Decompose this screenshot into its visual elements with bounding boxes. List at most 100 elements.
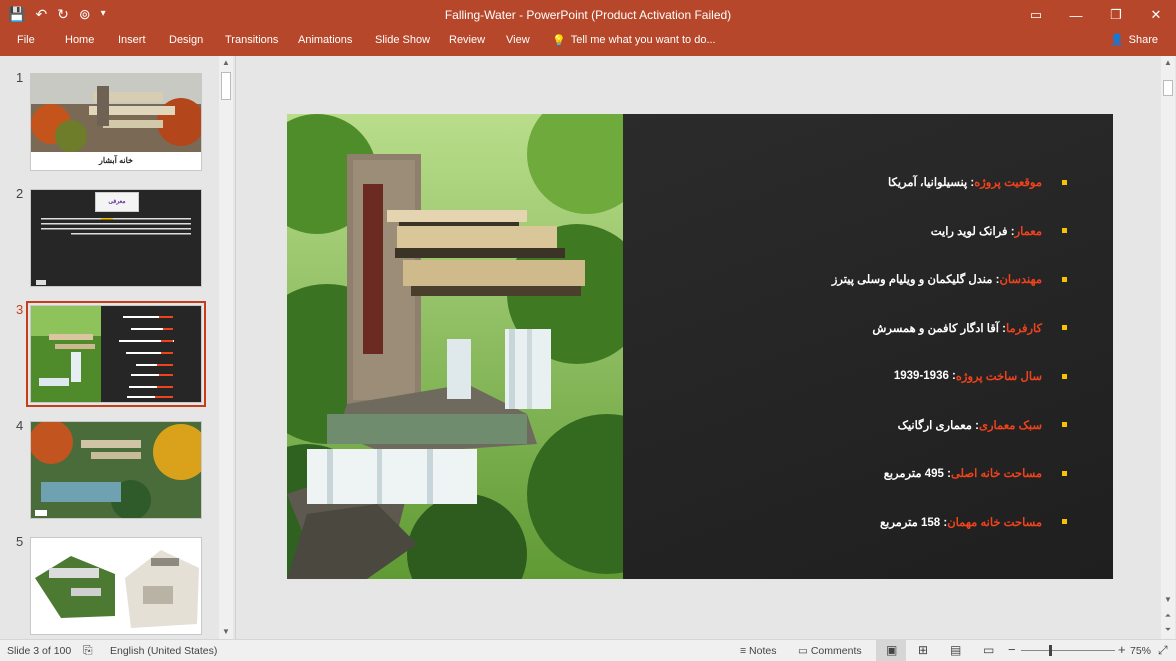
bullet-value: : آقا ادگار کافمن و همسرش <box>872 322 1006 335</box>
bullet-marker <box>1062 373 1067 379</box>
comments-label: Comments <box>810 645 862 657</box>
slide-text-panel: موقعیت پروژه: پنسیلوانیا، آمریکا معمار: … <box>623 114 1113 579</box>
thumbnail-number: 3 <box>16 302 24 317</box>
tab-design[interactable]: Design <box>169 34 203 46</box>
slide-sorter-icon[interactable]: ⊞ <box>918 643 928 657</box>
close-icon[interactable]: ✕ <box>1136 0 1176 30</box>
fit-to-window-icon[interactable]: ⤢ <box>1158 643 1168 658</box>
bullet-value: : مندل گلیکمان و ویلیام وسلی پیترز <box>831 274 1000 287</box>
tab-transitions[interactable]: Transitions <box>225 34 278 46</box>
slide-show-icon[interactable]: ▭ <box>983 643 994 657</box>
bullet-value: : پنسیلوانیا، آمریکا <box>887 177 975 190</box>
tab-animations[interactable]: Animations <box>298 34 352 46</box>
normal-view-icon: ▣ <box>886 643 898 657</box>
thumbnail-slide-1[interactable]: خانه آبشار <box>30 73 202 171</box>
slide-scrollbar[interactable]: ▲ ▼ ⏶ ⏷ <box>1161 56 1175 639</box>
bullet-list[interactable]: موقعیت پروژه: پنسیلوانیا، آمریکا معمار: … <box>647 158 1067 546</box>
tab-slide-show[interactable]: Slide Show <box>375 34 430 46</box>
bullet-label: مساحت خانه مهمان <box>947 516 1042 529</box>
thumbnail-image <box>31 422 201 518</box>
restore-icon[interactable]: ❐ <box>1096 0 1136 30</box>
bullet-marker <box>1062 276 1067 282</box>
bullet-marker <box>1062 422 1067 428</box>
tell-me-text: Tell me what you want to do... <box>570 34 716 46</box>
comments-button[interactable]: ▭ Comments <box>798 645 862 657</box>
share-label: Share <box>1128 33 1158 46</box>
lightbulb-icon: 💡 <box>552 35 566 47</box>
thumbnail-scrollbar[interactable]: ▲ ▼ <box>219 56 233 639</box>
scroll-thumb[interactable] <box>221 72 231 100</box>
fallingwater-photo[interactable] <box>287 114 623 579</box>
window-title: Falling-Water - PowerPoint (Product Acti… <box>444 8 732 22</box>
language-indicator[interactable]: English (United States) <box>110 645 217 657</box>
status-bar: Slide 3 of 100 ⎘ English (United States)… <box>0 639 1176 661</box>
scroll-thumb[interactable] <box>1163 80 1173 96</box>
bullet-marker <box>1062 228 1067 234</box>
zoom-in-button[interactable]: + <box>1118 642 1126 657</box>
bullet-marker <box>1062 325 1067 331</box>
ribbon-display-options-icon[interactable]: ▭ <box>1016 0 1056 30</box>
thumbnail-caption: خانه آبشار <box>98 156 133 165</box>
tab-insert[interactable]: Insert <box>118 34 146 46</box>
notes-button[interactable]: ≡ Notes <box>740 645 776 657</box>
reading-view-icon[interactable]: ▤ <box>950 643 961 657</box>
bullet-label: موقعیت پروژه <box>974 177 1042 190</box>
bullet-guest-house-area: مساحت خانه مهمان : 158 مترمربع <box>647 498 1067 547</box>
tab-file[interactable]: File <box>17 34 35 46</box>
minimize-icon[interactable]: — <box>1056 0 1096 30</box>
thumbnail-slide-4[interactable] <box>30 421 202 519</box>
window-controls: ▭ — ❐ ✕ <box>1016 0 1176 30</box>
bullet-architect: معمار: فرانک لوید رایت <box>647 207 1067 256</box>
previous-slide-icon[interactable]: ⏶ <box>1161 609 1175 623</box>
photo-illustration <box>287 114 623 579</box>
bullet-value: : 1939-1936 <box>893 370 956 383</box>
bullet-marker <box>1062 179 1067 185</box>
zoom-slider-thumb[interactable] <box>1049 645 1052 656</box>
comment-icon: ▭ <box>798 645 811 657</box>
tab-view[interactable]: View <box>506 34 530 46</box>
zoom-out-button[interactable]: − <box>1008 642 1016 657</box>
bullet-value: : فرانک لوید رایت <box>930 225 1015 238</box>
ribbon-tabs: File Home Insert Design Transitions Anim… <box>0 30 1176 56</box>
scroll-down-icon[interactable]: ▼ <box>219 625 233 639</box>
tab-home[interactable]: Home <box>65 34 94 46</box>
thumbnail-slide-5[interactable] <box>30 537 202 635</box>
bullet-style: سبک معماری : معماری ارگانیک <box>647 401 1067 450</box>
notes-label: Notes <box>749 645 777 657</box>
thumbnail-slide-2[interactable]: معرفی <box>30 189 202 287</box>
slide-thumbnail-pane: 1 خانه آبشار 2 معرفی 3 4 5 <box>0 56 236 639</box>
current-slide[interactable]: موقعیت پروژه: پنسیلوانیا، آمریکا معمار: … <box>287 114 1113 579</box>
bullet-engineers: مهندسان: مندل گلیکمان و ویلیام وسلی پیتر… <box>647 255 1067 304</box>
bullet-marker <box>1062 519 1067 525</box>
bullet-label: مهندسان <box>999 274 1042 287</box>
thumbnail-number: 2 <box>16 186 24 201</box>
bullet-marker <box>1062 470 1067 476</box>
notes-icon: ≡ <box>740 645 750 657</box>
bullet-client: کارفرما: آقا ادگار کافمن و همسرش <box>647 304 1067 353</box>
bullet-label: معمار <box>1014 225 1042 238</box>
share-button[interactable]: 👤 Share <box>1109 33 1158 47</box>
bullet-value: : 158 مترمربع <box>880 516 948 529</box>
zoom-level[interactable]: 75% <box>1130 645 1151 657</box>
bullet-main-house-area: مساحت خانه اصلی : 495 مترمربع <box>647 449 1067 498</box>
bullet-value: : معماری ارگانیک <box>897 419 979 432</box>
next-slide-icon[interactable]: ⏷ <box>1161 623 1175 637</box>
zoom-slider-track[interactable] <box>1021 650 1115 651</box>
thumbnail-slide-3[interactable] <box>26 301 206 407</box>
slide-counter[interactable]: Slide 3 of 100 <box>7 645 71 657</box>
bullet-label: سال ساخت پروژه <box>955 371 1042 384</box>
tab-review[interactable]: Review <box>449 34 485 46</box>
spell-check-icon[interactable]: ⎘ <box>83 643 93 658</box>
thumbnail-text-lines <box>36 218 191 285</box>
title-bar: 💾 ↶ ↻ ⊚ ▾ Falling-Water - PowerPoint (Pr… <box>0 0 1176 30</box>
tell-me-search[interactable]: 💡 Tell me what you want to do... <box>552 34 716 47</box>
scroll-up-icon[interactable]: ▲ <box>219 56 233 70</box>
thumbnail-image <box>31 538 201 634</box>
thumbnail-image <box>31 306 174 402</box>
bullet-construction-year: سال ساخت پروژه: 1939-1936 <box>647 352 1067 401</box>
scroll-up-icon[interactable]: ▲ <box>1161 56 1175 70</box>
bullet-label: کارفرما <box>1005 322 1042 335</box>
thumbnail-number: 1 <box>16 70 24 85</box>
person-icon: 👤 <box>1109 34 1124 46</box>
scroll-down-icon[interactable]: ▼ <box>1161 593 1175 607</box>
